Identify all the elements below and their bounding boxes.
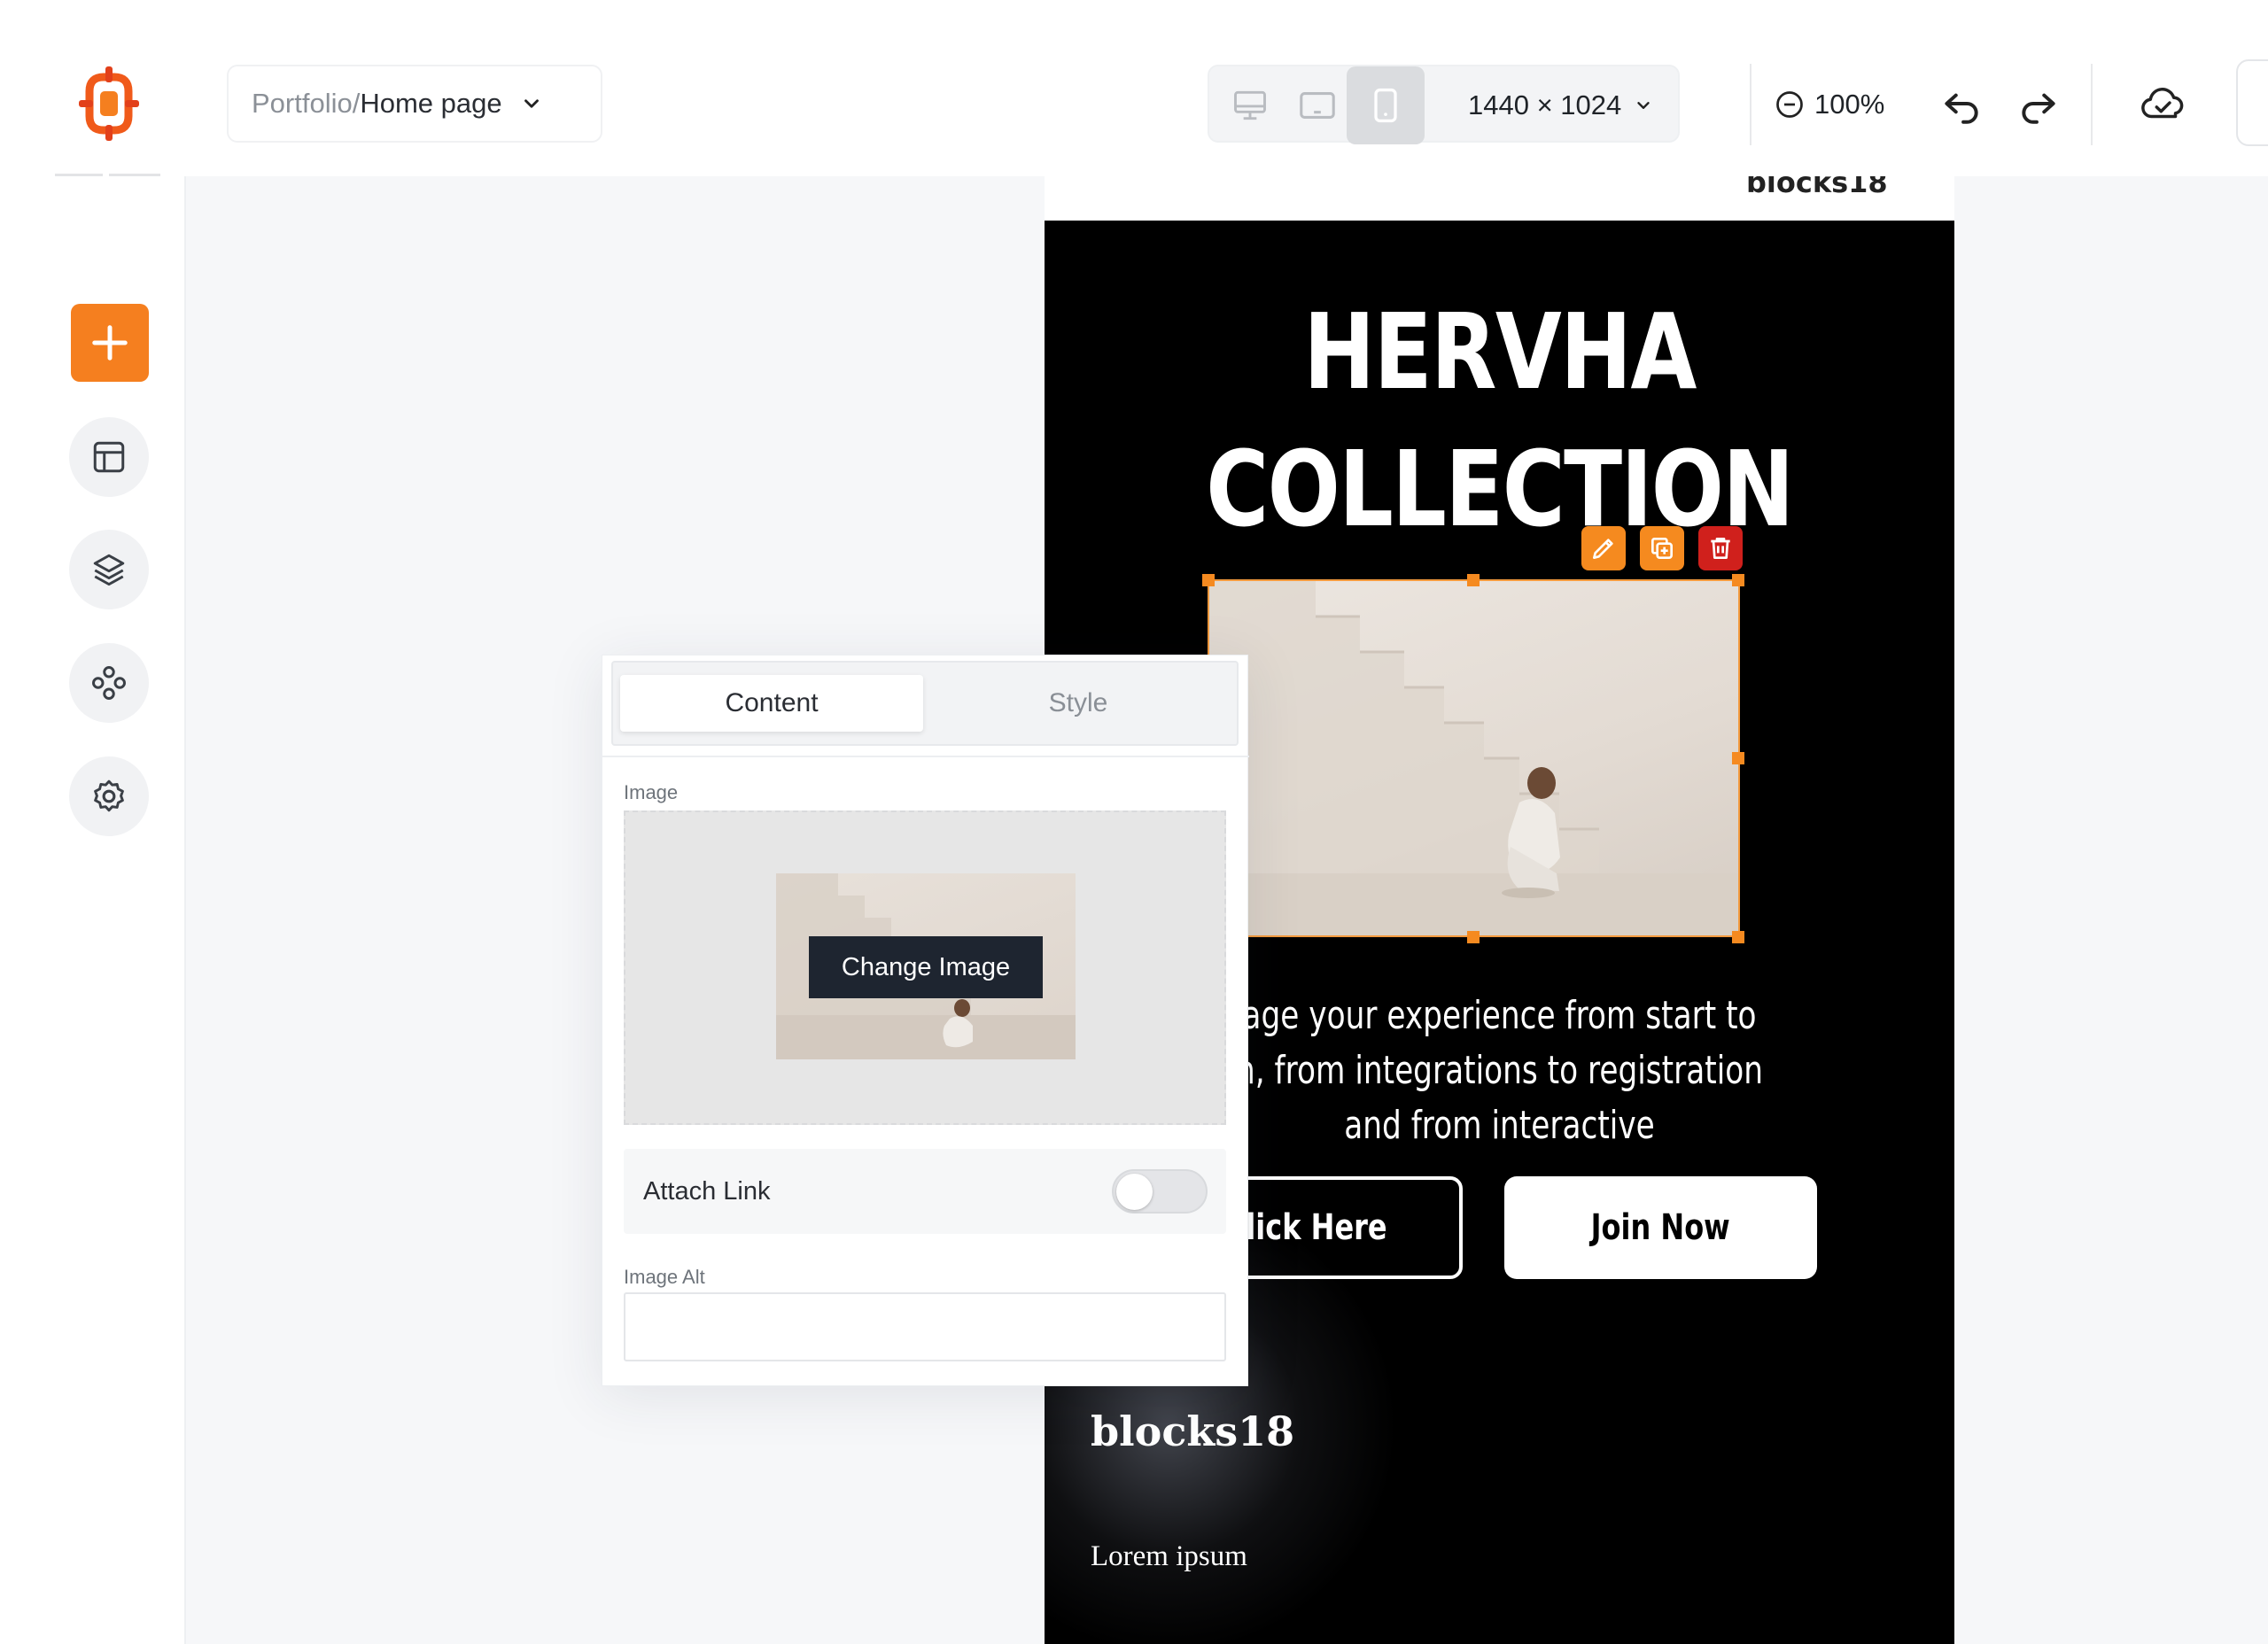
layers-icon (93, 554, 125, 586)
mobile-icon (1374, 88, 1397, 123)
footer-text[interactable]: Lorem ipsum (1091, 1540, 1247, 1573)
device-switcher: 1440 × 1024 (1208, 65, 1680, 144)
resize-handle-top-right[interactable] (1732, 574, 1744, 586)
footer-brand[interactable]: blocks18 (1091, 1407, 1294, 1455)
resolution-dropdown[interactable]: 1440 × 1024 (1468, 66, 1653, 144)
settings-icon (94, 779, 124, 812)
image-picker[interactable]: Change Image (624, 810, 1226, 1125)
toolbar-divider (1750, 64, 1751, 145)
edit-element-button[interactable] (1581, 526, 1626, 570)
undo-button[interactable] (1938, 81, 1984, 128)
delete-icon (1711, 538, 1730, 559)
tablet-view-button[interactable] (1278, 66, 1356, 144)
hero-title-line2[interactable]: COLLECTION (1126, 428, 1872, 550)
settings-button[interactable] (69, 756, 149, 836)
duplicate-icon (1651, 538, 1673, 559)
chevron-down-icon (1637, 102, 1650, 109)
zoom-level: 100% (1814, 89, 1885, 120)
undo-icon (1945, 93, 1978, 124)
resize-handle-bottom[interactable] (1467, 931, 1480, 943)
layers-button[interactable] (69, 530, 149, 609)
toggle-knob (1116, 1174, 1153, 1210)
components-icon (92, 666, 126, 700)
app-logo-icon[interactable] (77, 65, 141, 143)
edit-icon (1593, 539, 1613, 559)
duplicate-element-button[interactable] (1640, 526, 1684, 570)
add-element-button[interactable] (71, 304, 149, 382)
components-button[interactable] (69, 643, 149, 723)
image-alt-label: Image Alt (624, 1266, 705, 1288)
attach-link-label: Attach Link (643, 1176, 771, 1206)
desktop-icon (1234, 90, 1266, 120)
redo-button[interactable] (2016, 81, 2062, 128)
staircase-photo (1209, 581, 1738, 935)
cloud-save-icon (2141, 88, 2184, 119)
page-selector[interactable]: Portfolio/ Home page (227, 65, 602, 143)
panel-tabs: Content Style (611, 661, 1239, 746)
click-here-label: Click Here (1224, 1207, 1387, 1248)
resize-handle-right[interactable] (1732, 752, 1744, 764)
hero-description-line3[interactable]: and from interactive (1145, 1098, 1854, 1153)
image-thumbnail: Change Image (776, 873, 1076, 1059)
previous-section: blocks18 (1045, 176, 1954, 221)
hero-title-line1[interactable]: HERVHA (1126, 291, 1872, 413)
tab-content[interactable]: Content (620, 675, 923, 732)
top-bar: Portfolio/ Home page 1440 × 1024 100% (0, 0, 2268, 176)
cloud-save-button[interactable] (2137, 80, 2190, 129)
breadcrumb-current: Home page (360, 88, 502, 119)
hero-description-line1[interactable]: age your experience from start to (1145, 989, 1854, 1043)
layout-button[interactable] (69, 417, 149, 497)
layout-icon (93, 441, 125, 473)
mobile-view-button[interactable] (1347, 66, 1425, 144)
panel-divider (602, 756, 1249, 757)
change-image-button[interactable]: Change Image (809, 936, 1043, 998)
clipped-brand-text: blocks18 (1746, 176, 1888, 199)
chevron-down-icon (524, 99, 539, 108)
tab-style[interactable]: Style (927, 675, 1230, 732)
join-now-label: Join Now (1590, 1207, 1731, 1248)
desktop-view-button[interactable] (1211, 66, 1289, 144)
attach-link-row: Attach Link (624, 1149, 1226, 1234)
resize-handle-bottom-right[interactable] (1732, 931, 1744, 943)
zoom-control[interactable]: 100% (1774, 85, 1884, 124)
redo-icon (2022, 93, 2055, 124)
breadcrumb-parent: Portfolio/ (252, 88, 361, 119)
element-properties-panel: Content Style Image Change Image Attach … (602, 655, 1249, 1386)
image-alt-input[interactable] (624, 1292, 1226, 1361)
left-rail (0, 176, 186, 1644)
toolbar-divider (2091, 64, 2093, 145)
delete-element-button[interactable] (1698, 526, 1743, 570)
hero-image[interactable] (1209, 581, 1738, 935)
zoom-out-icon[interactable] (1774, 89, 1806, 120)
resize-handle-top[interactable] (1467, 574, 1480, 586)
attach-link-toggle[interactable] (1112, 1169, 1208, 1214)
hero-description-line2[interactable]: h, from integrations to registration (1145, 1043, 1854, 1098)
resize-handle-top-left[interactable] (1202, 574, 1215, 586)
tablet-icon (1300, 92, 1335, 119)
publish-button[interactable] (2236, 59, 2268, 146)
plus-icon (92, 325, 128, 361)
resolution-value: 1440 × 1024 (1468, 89, 1622, 120)
image-label: Image (624, 781, 679, 803)
join-now-button[interactable]: Join Now (1504, 1176, 1817, 1279)
